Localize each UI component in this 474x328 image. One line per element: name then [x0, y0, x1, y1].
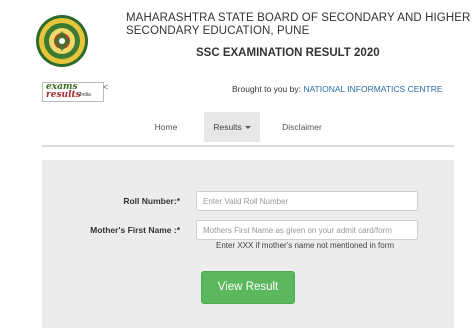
nav-divider — [42, 145, 454, 147]
mother-name-label: Mother's First Name :* — [90, 225, 180, 235]
board-seal-logo — [24, 13, 100, 69]
mother-name-hint: Enter XXX if mother's name not mentioned… — [216, 241, 395, 250]
result-title: SSC EXAMINATION RESULT 2020 — [196, 47, 380, 59]
view-result-button[interactable]: View Result — [201, 271, 295, 304]
logo-trailing-glyph: < — [103, 82, 109, 92]
logo-text-results: results — [46, 90, 81, 100]
nic-link[interactable]: NATIONAL INFORMATICS CENTRE — [303, 84, 442, 94]
nav-home-label: Home — [154, 122, 178, 132]
logo-text-india: India — [80, 92, 91, 98]
nav-disclaimer[interactable]: Disclaimer — [276, 112, 328, 142]
nav-home[interactable]: Home — [146, 112, 186, 142]
exams-results-logo[interactable]: exams results India — [42, 82, 104, 102]
mother-name-input[interactable] — [196, 220, 418, 240]
board-title: MAHARASHTRA STATE BOARD OF SECONDARY AND… — [126, 12, 471, 37]
caret-down-icon — [244, 126, 251, 130]
brought-prefix: Brought to you by: — [232, 84, 304, 94]
nav-results-dropdown[interactable]: Results — [204, 112, 260, 142]
brought-to-you-by: Brought to you by: NATIONAL INFORMATICS … — [232, 84, 443, 94]
roll-number-label: Roll Number:* — [123, 196, 180, 206]
roll-number-input[interactable] — [196, 191, 418, 211]
nav-disclaimer-label: Disclaimer — [282, 122, 322, 132]
nav-results-label: Results — [213, 122, 242, 132]
